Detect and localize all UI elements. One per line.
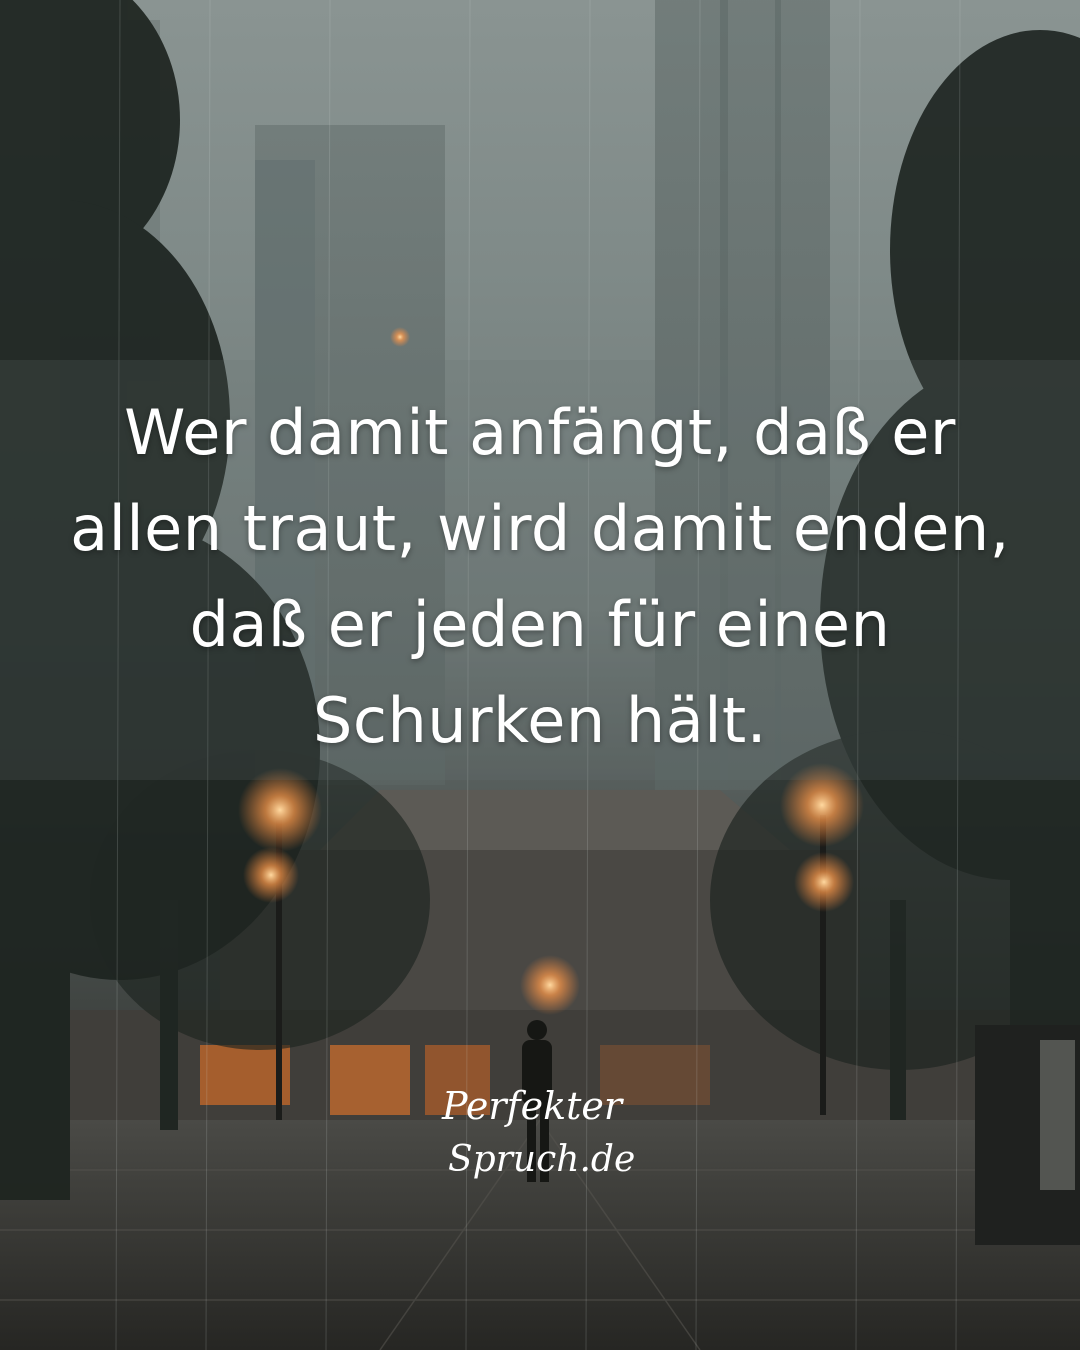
quote-line: daß er jeden für einen [189,588,891,661]
lamp-glow [520,955,580,1015]
lamp-glow [794,852,854,912]
quote-line: Wer damit anfängt, daß er [124,396,956,469]
quote-line: Schurken hält. [313,684,767,757]
logo-line-1: Perfekter [441,1084,625,1128]
brand-logo: Perfekter Spruch.de [441,1084,635,1180]
logo-line-2: Spruch.de [448,1139,635,1180]
quote-line: allen traut, wird damit enden, [70,492,1010,565]
lit-window [330,1045,410,1115]
background-photo: Wer damit anfängt, daß er allen traut, w… [0,0,1080,1350]
quote-text: Wer damit anfängt, daß er allen traut, w… [40,385,1040,769]
lamp-glow [238,768,322,852]
lamp-glow [243,847,299,903]
